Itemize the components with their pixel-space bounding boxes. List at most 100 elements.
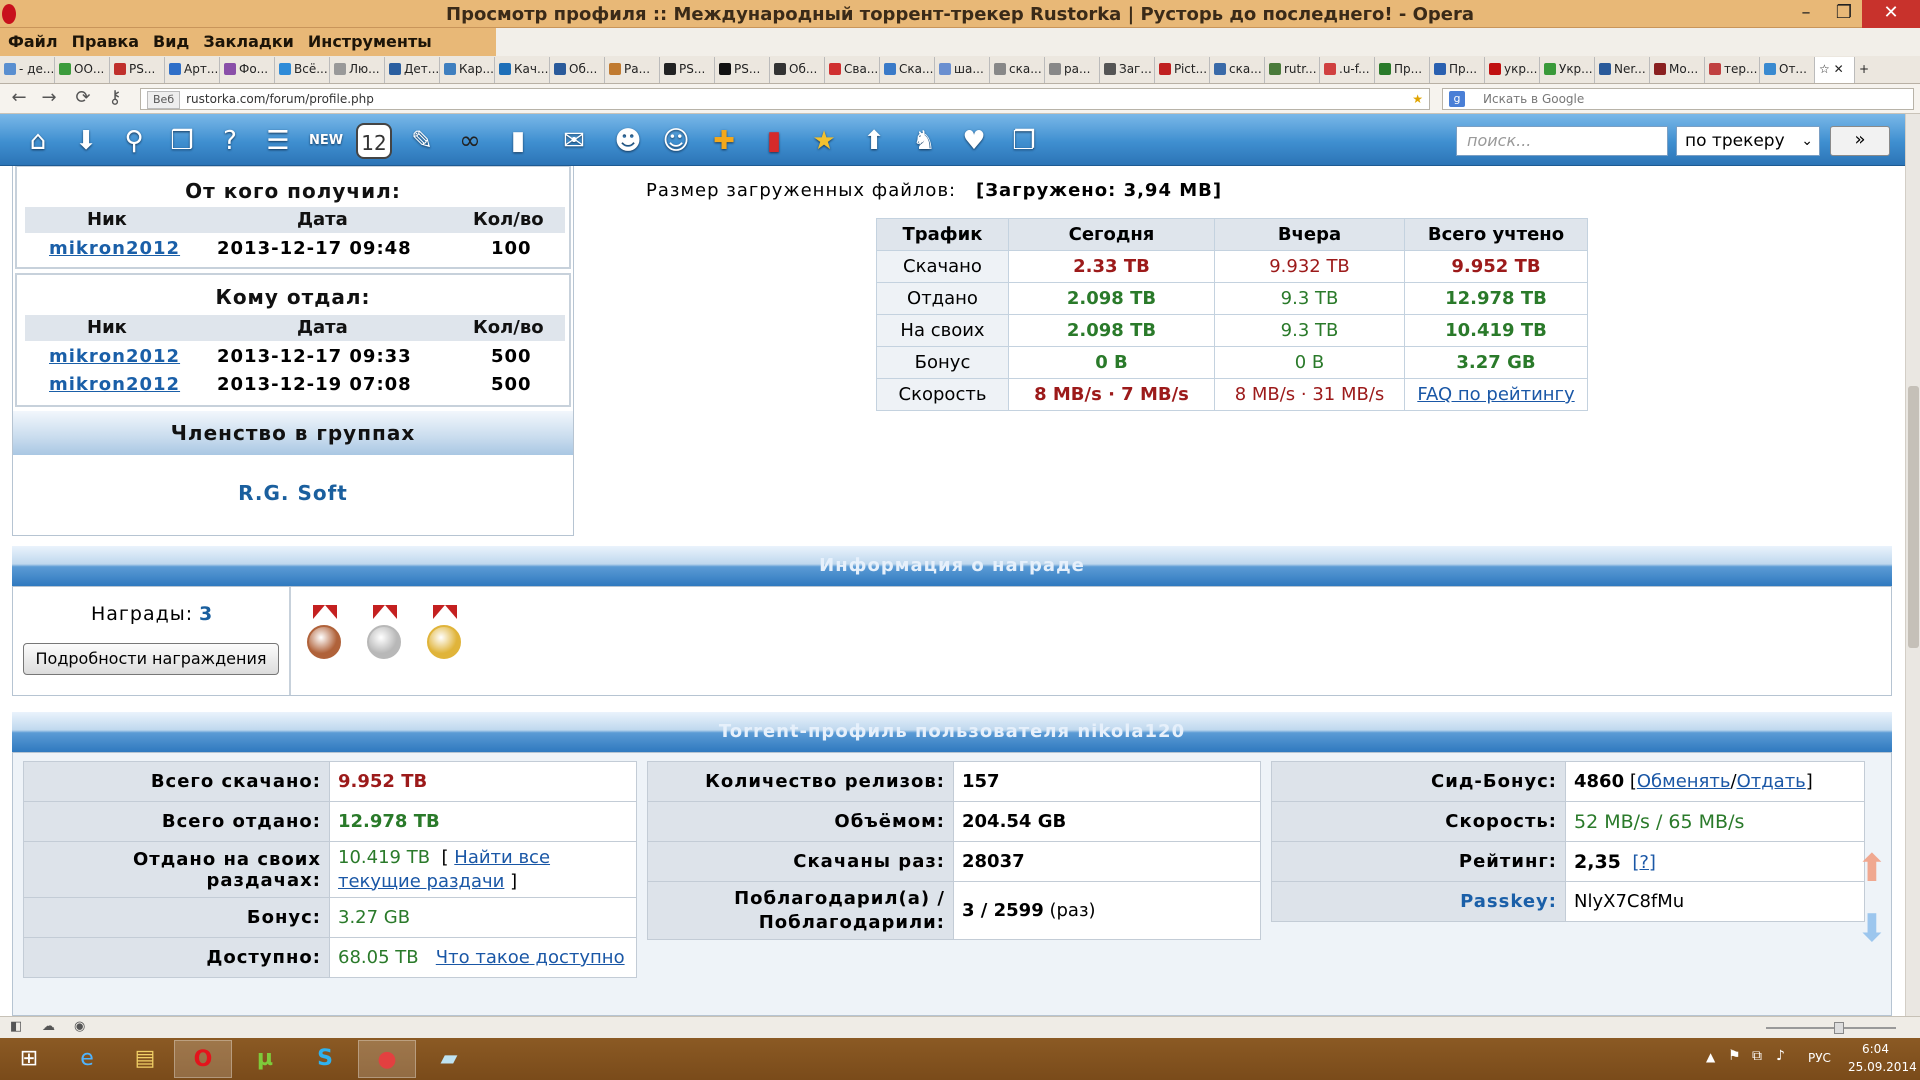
site-search-input[interactable]: поиск... [1456, 126, 1668, 156]
active-tab[interactable]: ☆ ✕ [1815, 57, 1855, 83]
search-scope-select[interactable]: по трекеру ⌄ [1676, 126, 1820, 156]
new-tab-icon[interactable]: + [1855, 57, 1881, 83]
browser-tab[interactable]: Арт... [165, 57, 220, 83]
browser-tab[interactable]: Дет... [385, 57, 440, 83]
zoom-slider-handle[interactable] [1834, 1022, 1844, 1034]
browser-tab[interactable]: тер... [1705, 57, 1760, 83]
browser-tab[interactable]: Пр... [1375, 57, 1430, 83]
browser-tab[interactable]: Мо... [1650, 57, 1705, 83]
browser-tab[interactable]: Об... [550, 57, 605, 83]
zoom-slider[interactable] [1766, 1027, 1896, 1029]
browser-tab[interactable]: Лю... [330, 57, 385, 83]
network-icon[interactable]: ⧉ [1752, 1048, 1762, 1064]
browser-tab[interactable]: ра... [1045, 57, 1100, 83]
menu-bookmarks[interactable]: Закладки [195, 28, 300, 51]
menu-file[interactable]: Файл [0, 28, 64, 51]
menu-edit[interactable]: Правка [64, 28, 145, 51]
browser-tab[interactable]: Ска... [880, 57, 935, 83]
add-user-icon[interactable]: ✚ [706, 123, 742, 159]
exchange-link[interactable]: Обменять [1637, 771, 1731, 792]
internet-explorer-icon[interactable]: e [58, 1040, 116, 1078]
forward-icon[interactable]: → [38, 87, 60, 109]
utorrent-icon[interactable]: µ [236, 1040, 294, 1078]
browser-tab[interactable]: Ра... [605, 57, 660, 83]
key-icon[interactable]: ⚷ [104, 87, 126, 109]
browser-tab[interactable]: PS... [660, 57, 715, 83]
browser-tab[interactable]: ска... [990, 57, 1045, 83]
heart-icon[interactable]: ♥ [956, 123, 992, 159]
bookmark-icon[interactable]: ▮ [500, 123, 536, 159]
clock-date[interactable]: 25.09.2014 [1848, 1060, 1917, 1074]
pen-icon[interactable]: ✎ [404, 123, 440, 159]
browser-tab[interactable]: ОО... [55, 57, 110, 83]
medal-icon[interactable] [365, 605, 405, 669]
friends-icon[interactable]: ☺ [658, 123, 694, 159]
star-icon[interactable]: ★ [806, 123, 842, 159]
browser-tab[interactable]: .u-f... [1320, 57, 1375, 83]
users-icon[interactable]: ☻ [610, 123, 646, 159]
new-icon[interactable]: NEW [308, 123, 344, 159]
minimize-icon[interactable]: – [1786, 0, 1826, 28]
browser-tab[interactable]: Всё... [275, 57, 330, 83]
book-icon[interactable]: ❒ [164, 123, 200, 159]
browser-tab[interactable]: От... [1760, 57, 1815, 83]
glasses-icon[interactable]: ∞ [452, 123, 488, 159]
faq-rating-link-text[interactable]: FAQ по рейтингу [1417, 384, 1574, 405]
browser-tab[interactable]: Сва... [825, 57, 880, 83]
scroll-up-icon[interactable]: ⬆ [1856, 846, 1888, 890]
browser-tab[interactable]: Ner... [1595, 57, 1650, 83]
language-indicator[interactable]: РУС [1808, 1051, 1831, 1065]
search-go-button[interactable]: » [1830, 126, 1890, 156]
panel-toggle-icon[interactable]: ◧ [10, 1019, 22, 1034]
rating-help-link[interactable]: [?] [1632, 852, 1656, 873]
skype-icon[interactable]: S [296, 1040, 354, 1078]
close-icon[interactable]: ✕ [1862, 0, 1920, 28]
clock-time[interactable]: 6:04 [1862, 1042, 1889, 1056]
cloud-icon[interactable]: ☁ [42, 1019, 55, 1034]
file-explorer-icon[interactable]: ▤ [116, 1040, 174, 1078]
browser-tab[interactable]: Пр... [1430, 57, 1485, 83]
reload-icon[interactable]: ⟳ [72, 87, 94, 109]
back-icon[interactable]: ← [8, 87, 30, 109]
browser-tab[interactable]: PS... [715, 57, 770, 83]
user-link[interactable]: mikron2012 [49, 238, 180, 259]
maximize-icon[interactable]: ❐ [1824, 0, 1864, 28]
scroll-thumb[interactable] [1908, 386, 1919, 648]
tab-close-icon[interactable]: ✕ [1834, 62, 1844, 76]
browser-tab[interactable]: Кар... [440, 57, 495, 83]
list-icon[interactable]: ☰ [260, 123, 296, 159]
browser-tab[interactable]: Об... [770, 57, 825, 83]
browser-tab[interactable]: Заг... [1100, 57, 1155, 83]
mail-icon[interactable]: ✉ [556, 123, 592, 159]
user-link[interactable]: mikron2012 [49, 374, 180, 395]
home-icon[interactable]: ⌂ [20, 123, 56, 159]
google-search-field[interactable]: g Искать в Google [1442, 88, 1914, 110]
url-field[interactable]: Веб rustorka.com/forum/profile.php ★ [140, 88, 1430, 110]
award-details-button[interactable]: Подробности награждения [23, 643, 279, 675]
browser-tab[interactable]: rutr... [1265, 57, 1320, 83]
vertical-scrollbar[interactable] [1905, 114, 1920, 1016]
medal-icon[interactable] [425, 605, 465, 669]
flag-icon[interactable]: ⚑ [1728, 1048, 1741, 1064]
calendar-icon[interactable]: 12 [356, 123, 392, 159]
browser-tab[interactable]: Кач... [495, 57, 550, 83]
browser-tab[interactable]: PS... [110, 57, 165, 83]
give-link[interactable]: Отдать [1737, 771, 1806, 792]
help-icon[interactable]: ? [212, 123, 248, 159]
browser-tab[interactable]: Фо... [220, 57, 275, 83]
download-icon[interactable]: ⬇ [68, 123, 104, 159]
scroll-down-icon[interactable]: ⬇ [1856, 906, 1888, 950]
chart-icon[interactable]: ▮ [756, 123, 792, 159]
menu-view[interactable]: Вид [145, 28, 195, 51]
gamepad-icon[interactable]: ♞ [906, 123, 942, 159]
browser-tab[interactable]: Pict... [1155, 57, 1210, 83]
browser-tab[interactable]: Укр... [1540, 57, 1595, 83]
browser-tab[interactable]: укр... [1485, 57, 1540, 83]
volume-icon[interactable]: ♪ [1776, 1048, 1785, 1064]
bookmark-star-icon[interactable]: ★ [1412, 89, 1423, 109]
what-is-available-link[interactable]: Что такое доступно [436, 947, 625, 968]
browser-tab[interactable]: ша... [935, 57, 990, 83]
search-icon[interactable]: ⚲ [116, 123, 152, 159]
menu-tools[interactable]: Инструменты [300, 28, 438, 51]
windows-start-icon[interactable]: ⊞ [0, 1040, 58, 1078]
